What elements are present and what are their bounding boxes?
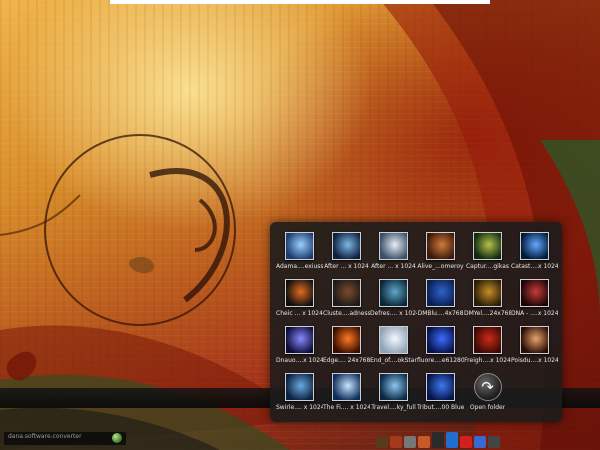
image-thumbnail: [426, 373, 455, 401]
stack-item[interactable]: Edge.... 24x768: [323, 322, 370, 369]
image-thumbnail: [379, 373, 408, 401]
stack-item-label: Defres.... x 1024: [370, 310, 417, 317]
image-thumbnail: [520, 232, 549, 260]
dock-app-icon[interactable]: [390, 436, 402, 448]
stack-item-label: Alive_...omeroy: [417, 263, 464, 270]
stack-item[interactable]: fluore....e61280: [417, 322, 464, 369]
stack-item-label: Tribut....00 Blue: [417, 404, 464, 411]
folder-stack-popup: Adama....exiuss After ... x 1024 After ...…: [270, 222, 562, 422]
stack-item[interactable]: End_of....okStar: [370, 322, 417, 369]
stack-item[interactable]: DMYel....24x768: [464, 275, 511, 322]
stack-item[interactable]: DNA - ....x 1024: [511, 275, 558, 322]
stack-item-label: Dnauo....x 1024: [276, 357, 323, 364]
dock-app-icon[interactable]: [418, 436, 430, 448]
image-thumbnail: [426, 326, 455, 354]
dock-app-icon[interactable]: [432, 432, 444, 448]
dock-app-icon[interactable]: [376, 436, 388, 448]
image-thumbnail: [379, 326, 408, 354]
stack-item[interactable]: DMBlu....4x768: [417, 275, 464, 322]
stack-item-label: DMBlu....4x768: [417, 310, 464, 317]
stack-item-label: The Fi.... x 1024: [323, 404, 370, 411]
dock: [376, 430, 600, 448]
image-thumbnail: [285, 326, 314, 354]
dock-app-icon[interactable]: [404, 436, 416, 448]
image-thumbnail: [285, 279, 314, 307]
image-thumbnail: [285, 232, 314, 260]
image-thumbnail: [473, 279, 502, 307]
taskbar-window-title: dana.software.converter: [8, 433, 82, 440]
globe-icon: [112, 433, 122, 443]
stack-item[interactable]: The Fi.... x 1024: [323, 369, 370, 416]
open-folder-label: Open folder: [469, 404, 506, 411]
stack-item-label: DNA - ....x 1024: [511, 310, 558, 317]
stack-item-label: Cheic ... x 1024: [276, 310, 323, 317]
image-thumbnail: [426, 232, 455, 260]
stack-item[interactable]: Cluste....adness: [323, 275, 370, 322]
stack-grid: Adama....exiuss After ... x 1024 After ...…: [276, 228, 560, 416]
stack-item[interactable]: Freigh....x 1024: [464, 322, 511, 369]
top-bar: [110, 0, 490, 4]
stack-item-label: Captur....gikas: [465, 263, 510, 270]
stack-item[interactable]: Adama....exiuss: [276, 228, 323, 275]
image-thumbnail: [473, 232, 502, 260]
taskbar-window-button[interactable]: dana.software.converter: [4, 432, 126, 445]
stack-item[interactable]: Catast....x 1024: [511, 228, 558, 275]
stack-item-label: After ... x 1024: [324, 263, 369, 270]
stack-item-label: fluore....e61280: [417, 357, 464, 364]
stack-item[interactable]: Poisdu....x 1024: [511, 322, 558, 369]
stack-item-label: DMYel....24x768: [464, 310, 511, 317]
stack-item-label: Travel....ky_full: [371, 404, 416, 411]
stack-item-label: Adama....exiuss: [276, 263, 323, 270]
image-thumbnail: [379, 232, 408, 260]
open-folder-arrow-icon: ↷: [473, 373, 502, 401]
image-thumbnail: [379, 279, 408, 307]
stack-item[interactable]: Dnauo....x 1024: [276, 322, 323, 369]
stack-item[interactable]: Tribut....00 Blue: [417, 369, 464, 416]
stack-item[interactable]: Travel....ky_full: [370, 369, 417, 416]
image-thumbnail: [520, 326, 549, 354]
stack-item-label: Freigh....x 1024: [464, 357, 511, 364]
stack-item-label: Poisdu....x 1024: [511, 357, 558, 364]
stack-item[interactable]: Alive_...omeroy: [417, 228, 464, 275]
stack-item-label: Catast....x 1024: [511, 263, 558, 270]
dock-app-icon[interactable]: [474, 436, 486, 448]
stack-item[interactable]: After ... x 1024: [323, 228, 370, 275]
stack-item[interactable]: Captur....gikas: [464, 228, 511, 275]
image-thumbnail: [285, 373, 314, 401]
image-thumbnail: [332, 232, 361, 260]
stack-item-label: Edge.... 24x768: [323, 357, 370, 364]
open-folder-button[interactable]: ↷ Open folder: [464, 369, 511, 416]
image-thumbnail: [332, 326, 361, 354]
dock-app-icon[interactable]: [446, 432, 458, 448]
stack-item-label: End_of....okStar: [370, 357, 417, 364]
image-thumbnail: [332, 279, 361, 307]
stack-item[interactable]: Cheic ... x 1024: [276, 275, 323, 322]
stack-item[interactable]: After ... x 1024: [370, 228, 417, 275]
image-thumbnail: [473, 326, 502, 354]
dock-app-icon[interactable]: [460, 436, 472, 448]
image-thumbnail: [332, 373, 361, 401]
stack-item-label: Swirle.... x 1024: [276, 404, 323, 411]
stack-item-label: After ... x 1024: [371, 263, 416, 270]
image-thumbnail: [520, 279, 549, 307]
stack-item-label: Cluste....adness: [323, 310, 370, 317]
image-thumbnail: [426, 279, 455, 307]
stack-item[interactable]: Swirle.... x 1024: [276, 369, 323, 416]
dock-app-icon[interactable]: [488, 436, 500, 448]
stack-item[interactable]: Defres.... x 1024: [370, 275, 417, 322]
